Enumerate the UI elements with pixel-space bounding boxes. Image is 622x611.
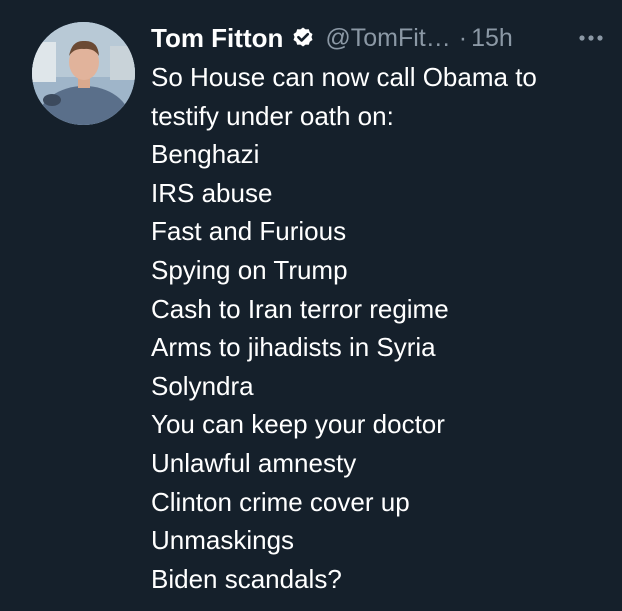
timestamp[interactable]: 15h	[471, 24, 513, 53]
tweet-text-line: Clinton crime cover up	[151, 486, 410, 517]
tweet-text-line: IRS abuse	[151, 177, 273, 208]
tweet-text-line: Cash to Iran terror regime	[151, 293, 449, 324]
tweet-text-line: Arms to jihadists in Syria	[151, 332, 436, 363]
tweet-text-line: You can keep your doctor	[151, 409, 445, 440]
tweet-text-line: Biden scandals?	[151, 563, 342, 594]
tweet-text-line: Spying on Trump	[151, 254, 348, 285]
avatar-photo	[32, 22, 135, 125]
tweet-text-line: Benghazi	[151, 139, 260, 170]
avatar[interactable]	[32, 22, 135, 125]
tweet-header: Tom Fitton @TomFit… · 15h	[151, 18, 608, 58]
tweet-text-line: Solyndra	[151, 370, 254, 401]
tweet-text-line: testify under oath on:	[151, 100, 394, 131]
tweet-text: So House can now call Obama to testify u…	[151, 58, 612, 598]
tweet-text-line: Unmaskings	[151, 525, 295, 556]
separator-dot: ·	[458, 23, 468, 52]
verified-badge-icon	[291, 26, 315, 50]
more-options-icon[interactable]	[574, 24, 608, 52]
tweet-text-line: Unlawful amnesty	[151, 447, 357, 478]
author-handle[interactable]: @TomFit…	[325, 24, 450, 53]
tweet-text-line: So House can now call Obama to	[151, 62, 537, 92]
author-name[interactable]: Tom Fitton	[151, 23, 283, 54]
tweet-text-line: Fast and Furious	[151, 216, 347, 247]
tweet: Tom Fitton @TomFit… · 15h So House can n…	[0, 0, 622, 611]
